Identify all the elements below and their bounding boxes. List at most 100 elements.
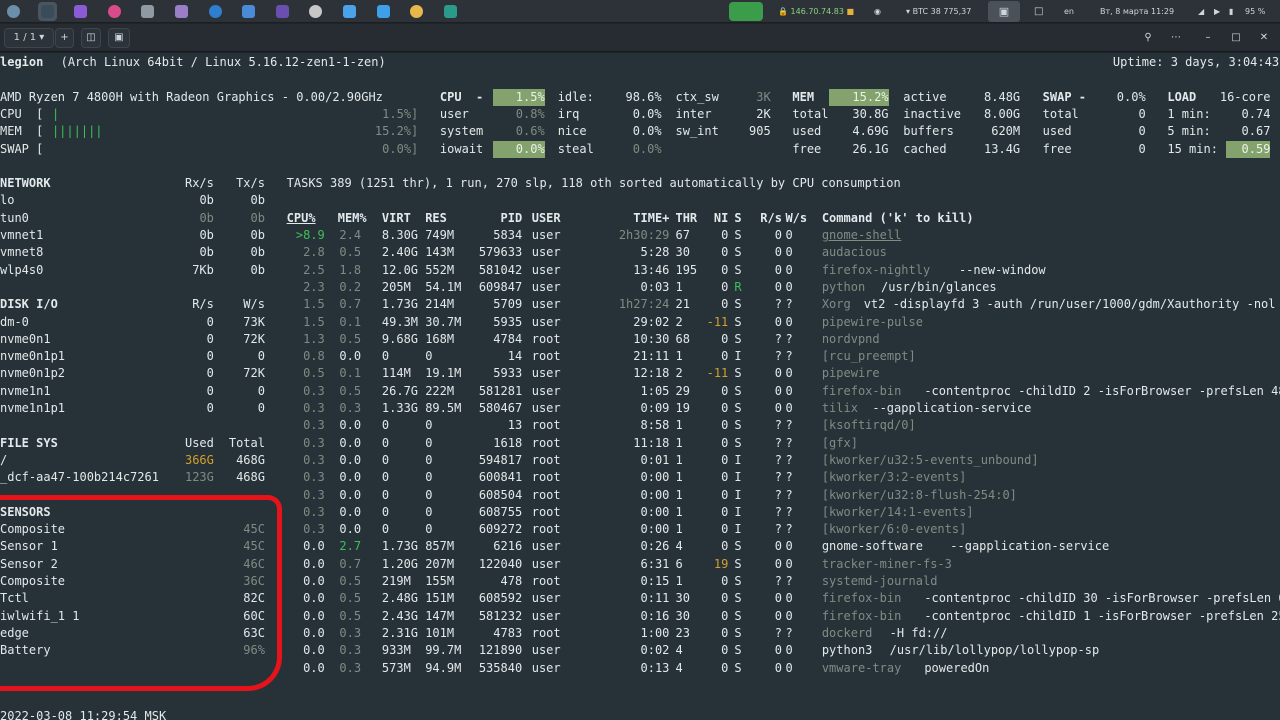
proton-icon[interactable] — [273, 2, 292, 21]
clipboard-icon[interactable]: □ — [1034, 0, 1043, 23]
menu-icon[interactable]: ⋯ — [1165, 28, 1187, 48]
cpu-stat-value: 3K — [756, 89, 771, 104]
process-nice: 0 — [721, 574, 729, 588]
podcast-icon[interactable] — [105, 2, 124, 21]
clock[interactable]: Вт, 8 марта 11:29 — [1100, 0, 1174, 23]
vpn-tray-icon[interactable] — [729, 2, 763, 21]
process-virt: 12.0G — [381, 262, 419, 277]
maximize-icon[interactable]: □ — [1225, 28, 1247, 48]
chevron-down-icon: ▾ — [906, 7, 911, 16]
session-switcher[interactable]: 1 / 1 ▾ — [4, 28, 54, 48]
process-threads: 1 — [675, 574, 683, 588]
process-command: pipewire-pulse — [821, 314, 923, 329]
process-col-header: USER — [531, 210, 561, 225]
vk-icon[interactable] — [441, 2, 460, 21]
minimize-icon[interactable]: – — [1197, 28, 1219, 48]
process-user: user — [531, 591, 561, 606]
session-label: 1 / 1 — [13, 32, 37, 43]
process-cpu: 0.3 — [303, 487, 325, 502]
screenshot-icon[interactable]: ▣ — [988, 1, 1020, 22]
quicklook-label: SWAP [ — [0, 141, 44, 156]
podcast-icon-glyph — [107, 5, 121, 18]
process-virt: 573M — [381, 660, 411, 675]
process-nice: 0 — [721, 522, 729, 537]
process-user: root — [531, 504, 561, 519]
notes-icon[interactable] — [407, 2, 426, 21]
btc-ticker[interactable]: ▾ BTC 38 775,37 — [906, 0, 971, 23]
network-row-name: vmnet1 — [0, 228, 44, 242]
mem-stat-label: active — [903, 89, 947, 104]
process-command: firefox-nightly — [821, 262, 931, 277]
process-write: 0 — [785, 279, 793, 294]
process-status: S — [734, 331, 742, 346]
process-virt: 0 — [381, 522, 390, 537]
process-cpu: 0.3 — [303, 401, 325, 415]
swap-stat-label: free — [1042, 141, 1072, 156]
vk-icon-glyph — [443, 5, 457, 18]
process-threads: 4 — [675, 660, 683, 675]
process-cpu: 2.3 — [303, 279, 325, 294]
disk-row-value: 73K — [243, 314, 265, 329]
process-command: python3 — [821, 643, 873, 658]
process-threads: 1 — [675, 418, 683, 433]
terminal-icon[interactable] — [37, 2, 57, 21]
process-write: 0 — [785, 591, 793, 606]
process-read: 0 — [774, 401, 782, 415]
firefox-icon[interactable] — [71, 2, 90, 21]
cpu-stat-label: irq — [557, 106, 580, 121]
wifi-icon[interactable]: ◢ — [1198, 0, 1204, 23]
close-icon[interactable]: ✕ — [1253, 28, 1275, 48]
process-cpu: 0.3 — [303, 470, 325, 485]
chrome-icon-glyph — [376, 5, 390, 18]
gimp-icon[interactable] — [172, 2, 191, 21]
obs-icon[interactable] — [306, 2, 325, 21]
vscode-icon[interactable] — [206, 2, 225, 21]
load-value: 0.67 — [1241, 124, 1271, 139]
process-args: /usr/lib/lollypop/lollypop-sp — [882, 643, 1100, 658]
process-write: 0 — [785, 383, 793, 398]
process-cpu: 0.0 — [303, 625, 325, 640]
process-pid: 609272 — [478, 522, 523, 537]
split-down-icon[interactable]: ▣ — [108, 28, 130, 48]
search-icon[interactable]: ⚲ — [1137, 28, 1159, 48]
volume-icon[interactable]: ▶ — [1214, 0, 1220, 23]
process-write: 0 — [785, 401, 793, 415]
process-mem: 0.3 — [339, 401, 362, 415]
process-cpu: 0.3 — [303, 435, 325, 450]
cpu-stat-label: system — [439, 124, 484, 139]
activities-icon[interactable] — [4, 2, 23, 21]
quicklook-percent: 15.2%] — [374, 124, 419, 139]
process-pid: 608504 — [478, 487, 523, 502]
keyboard-layout[interactable]: en — [1064, 0, 1074, 23]
chrome-icon[interactable] — [374, 2, 393, 21]
add-session-button[interactable]: + — [55, 28, 74, 48]
process-virt: 0 — [381, 452, 390, 467]
process-nice: 0 — [721, 625, 729, 640]
process-virt: 2.43G — [381, 608, 419, 623]
process-status: S — [734, 556, 742, 571]
vpn-ip[interactable]: 🔒 146.70.74.83 ■ — [778, 0, 854, 23]
process-cpu: 0.0 — [303, 591, 325, 606]
cpu-stat-label: sw_int — [675, 124, 719, 139]
process-read: 0 — [774, 228, 782, 242]
process-time: 0:09 — [640, 401, 670, 415]
settings-icon[interactable] — [138, 2, 157, 21]
record-icon[interactable]: ◉ — [874, 0, 881, 23]
process-status: S — [734, 643, 742, 658]
process-read: 0 — [774, 539, 782, 554]
process-mem: 0.7 — [339, 297, 362, 312]
process-pid: 608755 — [478, 504, 523, 519]
process-res: 0 — [425, 470, 433, 485]
atom-icon[interactable] — [340, 2, 359, 21]
cpu-stat-value: 98.6% — [625, 89, 662, 104]
battery-icon[interactable]: ▮ — [1229, 0, 1233, 23]
process-write: ? — [785, 522, 793, 537]
process-read: 0 — [774, 245, 782, 260]
process-res: 99.7M — [425, 643, 462, 658]
system-top-bar: 🔒 146.70.74.83 ■ ◉ ▾ BTC 38 775,37 ▣ □ e… — [0, 0, 1280, 23]
disk-row-name: nvme0n1 — [0, 331, 51, 346]
split-right-icon[interactable]: ◫ — [81, 28, 101, 48]
process-time: 11:18 — [633, 435, 670, 450]
process-write: 0 — [785, 228, 793, 242]
files-icon[interactable] — [239, 2, 258, 21]
